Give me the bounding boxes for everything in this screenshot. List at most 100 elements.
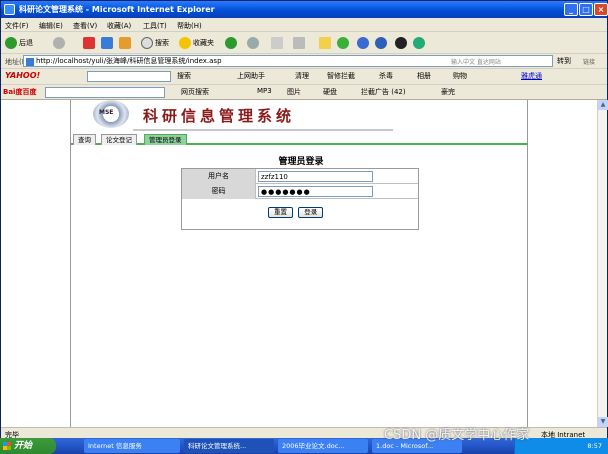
scroll-up-icon[interactable]: ▲ [598, 100, 608, 110]
links-button[interactable]: 链接 [583, 57, 595, 66]
blog-button[interactable]: 豪完 [441, 87, 455, 97]
menu-help[interactable]: 帮助(H) [177, 21, 202, 31]
messenger-icon [337, 37, 349, 49]
home-button[interactable] [119, 36, 133, 50]
search-icon [141, 37, 153, 49]
password-input[interactable] [258, 186, 373, 197]
photo-button[interactable]: 相册 [417, 71, 431, 81]
address-hint: 输入中文 直达网站 [451, 59, 501, 66]
page-content: MSE 科研信息管理系统 查询 论文登记 管理员登录 管理员登录 用户名 密码 [1, 100, 597, 427]
forward-arrow-icon [53, 37, 65, 49]
menu-file[interactable]: 文件(F) [5, 21, 29, 31]
mp3-button[interactable]: MP3 [257, 87, 272, 95]
folder-button[interactable] [319, 36, 333, 50]
antivirus-button[interactable]: 杀毒 [379, 71, 393, 81]
clear-button[interactable]: 清理 [295, 71, 309, 81]
stop-icon [83, 37, 95, 49]
form-title: 管理员登录 [278, 157, 324, 167]
history-button[interactable] [225, 36, 239, 50]
standard-toolbar: 后退 搜索 收藏夹 [1, 32, 607, 54]
shopping-button[interactable]: 购物 [453, 71, 467, 81]
vertical-scrollbar[interactable]: ▲ ▼ [597, 100, 608, 427]
baidu-logo[interactable]: Bai度百度 [3, 87, 36, 97]
address-url: http://localhost/yuli/张海峰/科研信息管理系统/index… [36, 57, 222, 65]
title-bar[interactable]: 科研论文管理系统 - Microsoft Internet Explorer _… [1, 1, 608, 18]
print-icon [271, 37, 283, 49]
minimize-button[interactable]: _ [564, 3, 578, 16]
messenger-button[interactable] [337, 36, 351, 50]
disk-button[interactable]: 硬盘 [323, 87, 337, 97]
login-panel: 用户名 密码 重置 登录 [181, 168, 419, 230]
watermark-text: CSDN @质文学中心作家 [384, 428, 530, 443]
menu-tools[interactable]: 工具(T) [143, 21, 167, 31]
edit-icon [293, 37, 305, 49]
yahoo-search-button[interactable]: 搜索 [177, 71, 191, 81]
extra-button[interactable] [413, 36, 427, 50]
yahoo-toolbar: YAHOO! 搜索 上网助手 清理 智修拦截 杀毒 相册 购物 雅虎通 [1, 69, 607, 85]
close-button[interactable]: × [594, 3, 608, 16]
menu-view[interactable]: 查看(V) [73, 21, 97, 31]
helper-button[interactable]: 上网助手 [237, 71, 265, 81]
site-page: MSE 科研信息管理系统 查询 论文登记 管理员登录 管理员登录 用户名 密码 [70, 100, 528, 427]
baidu-search-input[interactable] [45, 87, 165, 98]
maximize-button[interactable]: □ [579, 3, 593, 16]
home-icon [119, 37, 131, 49]
print-button[interactable] [271, 36, 285, 50]
address-bar: 地址(D) http://localhost/yuli/张海峰/科研信息管理系统… [1, 54, 607, 69]
menu-edit[interactable]: 编辑(E) [39, 21, 63, 31]
favorites-button[interactable]: 收藏夹 [179, 36, 214, 50]
menu-favorites[interactable]: 收藏(A) [107, 21, 131, 31]
form-buttons: 重置 登录 [268, 207, 326, 218]
browser-window: 科研论文管理系统 - Microsoft Internet Explorer _… [0, 0, 608, 454]
extra-icon [413, 37, 425, 49]
start-button[interactable]: 开始 [0, 438, 56, 454]
folder-icon [319, 37, 331, 49]
site-title: 科研信息管理系统 [143, 107, 296, 125]
research-icon [375, 37, 387, 49]
image-button[interactable]: 图片 [287, 87, 301, 97]
username-row: 用户名 [182, 169, 418, 184]
edit-button[interactable] [293, 36, 307, 50]
task-word-thesis[interactable]: 2006毕业论文.doc... [278, 439, 368, 453]
scroll-down-icon[interactable]: ▼ [598, 417, 608, 427]
ie-icon [4, 4, 15, 15]
baidu-toolbar: Bai度百度 网页搜索 MP3 图片 硬盘 拦截广告 (42) 豪完 [1, 85, 607, 100]
search-button[interactable]: 搜索 [141, 36, 169, 50]
adblock-button[interactable]: 拦截广告 (42) [361, 87, 406, 97]
go-button[interactable]: 转到 [557, 56, 571, 66]
yahoo-logo[interactable]: YAHOO! [5, 71, 40, 80]
login-button[interactable]: 登录 [298, 207, 324, 218]
window-title: 科研论文管理系统 - Microsoft Internet Explorer [19, 5, 215, 14]
yahoo-search-input[interactable] [87, 71, 171, 82]
tab-paper-register[interactable]: 论文登记 [101, 134, 137, 145]
research-button[interactable] [375, 36, 389, 50]
star-icon [179, 37, 191, 49]
mail-icon [247, 37, 259, 49]
tab-query[interactable]: 查询 [73, 134, 96, 145]
task-iis[interactable]: Internet 信息服务 [84, 439, 180, 453]
back-button[interactable]: 后退 [5, 36, 33, 50]
username-label: 用户名 [182, 169, 256, 184]
discuss-button[interactable] [357, 36, 371, 50]
mail-button[interactable] [247, 36, 261, 50]
username-input[interactable] [258, 171, 373, 182]
qq-icon [395, 37, 407, 49]
popup-block-button[interactable]: 智修拦截 [327, 71, 355, 81]
stop-button[interactable] [83, 36, 97, 50]
reset-button[interactable]: 重置 [268, 207, 293, 218]
menu-bar: 文件(F) 编辑(E) 查看(V) 收藏(A) 工具(T) 帮助(H) [1, 18, 607, 32]
password-label: 密码 [182, 184, 256, 199]
qq-button[interactable] [395, 36, 409, 50]
site-logo: MSE [93, 100, 129, 128]
tab-admin-login[interactable]: 管理员登录 [144, 134, 187, 145]
site-tabs: 查询 论文登记 管理员登录 [71, 133, 528, 145]
header-divider [133, 129, 393, 131]
forward-button[interactable] [53, 36, 67, 50]
page-icon [26, 58, 34, 66]
password-row: 密码 [182, 184, 418, 199]
back-arrow-icon [5, 37, 17, 49]
task-ie[interactable]: 科研论文管理系统... [184, 439, 274, 453]
refresh-button[interactable] [101, 36, 115, 50]
web-search-button[interactable]: 网页搜索 [181, 87, 209, 97]
yahoo-messenger-link[interactable]: 雅虎通 [521, 71, 542, 81]
